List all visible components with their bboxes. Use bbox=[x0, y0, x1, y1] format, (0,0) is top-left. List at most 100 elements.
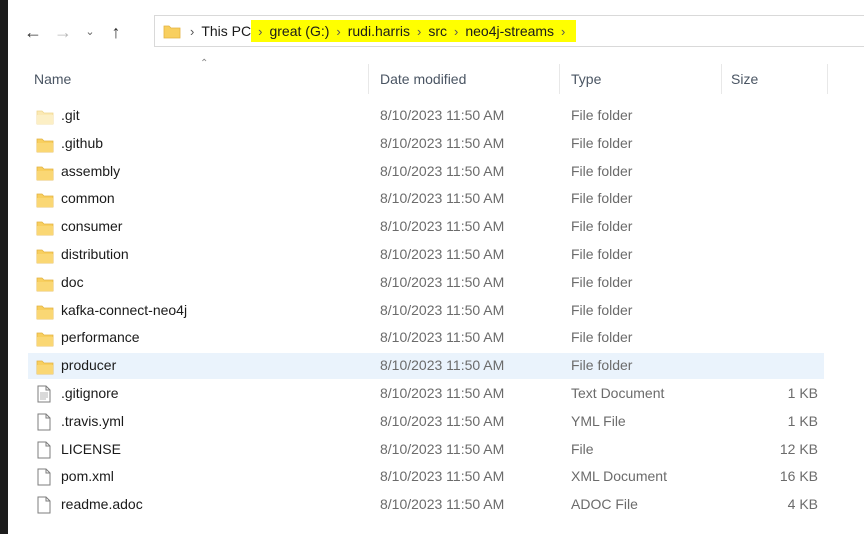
file-type: File folder bbox=[571, 301, 633, 318]
file-date-modified: 8/10/2023 11:50 AM bbox=[380, 357, 505, 374]
file-row[interactable]: assembly 8/10/2023 11:50 AM File folder bbox=[8, 158, 864, 186]
chevron-right-icon[interactable]: › bbox=[554, 24, 572, 39]
file-date-modified: 8/10/2023 11:50 AM bbox=[380, 162, 505, 179]
chevron-right-icon[interactable]: › bbox=[251, 24, 269, 39]
file-type: File bbox=[571, 440, 594, 457]
chevron-right-icon[interactable]: › bbox=[447, 24, 465, 39]
file-name: producer bbox=[61, 357, 117, 374]
file-size: 1 KB bbox=[787, 384, 818, 401]
file-date-modified: 8/10/2023 11:50 AM bbox=[380, 440, 505, 457]
column-header-size[interactable]: Size bbox=[731, 68, 758, 90]
breadcrumb-item[interactable]: This PC bbox=[201, 23, 251, 39]
file-type: File folder bbox=[571, 273, 633, 290]
file-name: .git bbox=[61, 107, 80, 123]
file-name: .travis.yml bbox=[61, 412, 124, 429]
file-type: XML Document bbox=[571, 468, 667, 485]
file-name: common bbox=[61, 190, 115, 207]
file-row[interactable]: producer 8/10/2023 11:50 AM File folder bbox=[8, 352, 864, 380]
file-row[interactable]: pom.xml 8/10/2023 11:50 AM XML Document 16 … bbox=[8, 463, 864, 491]
chevron-down-icon[interactable]: ⌄ bbox=[80, 20, 100, 44]
window-edge bbox=[0, 0, 8, 534]
file-name: performance bbox=[61, 329, 140, 346]
file-size: 12 KB bbox=[779, 440, 818, 457]
column-divider[interactable] bbox=[368, 64, 369, 94]
file-type: File folder bbox=[571, 357, 633, 374]
column-header-date-modified[interactable]: Date modified bbox=[380, 68, 466, 90]
text-document-icon bbox=[36, 385, 54, 403]
navigation-bar: ← → ⌄ ↑ › This PC › great (G:) › rudi.harris ›… bbox=[8, 14, 864, 50]
file-name: .gitignore bbox=[61, 384, 119, 401]
file-row[interactable]: .github 8/10/2023 11:50 AM File folder bbox=[8, 130, 864, 158]
file-row[interactable]: distribution 8/10/2023 11:50 AM File folde… bbox=[8, 241, 864, 269]
file-list: .git 8/10/2023 11:50 AM File folder .github… bbox=[8, 102, 864, 519]
file-row[interactable]: readme.adoc 8/10/2023 11:50 AM ADOC File 4 … bbox=[8, 491, 864, 519]
column-header-row: ⌃ Name Date modified Type Size bbox=[8, 58, 864, 94]
sort-up-icon: ⌃ bbox=[200, 58, 209, 69]
file-date-modified: 8/10/2023 11:50 AM bbox=[380, 468, 505, 485]
breadcrumb-item[interactable]: neo4j-streams bbox=[465, 23, 554, 39]
file-row[interactable]: common 8/10/2023 11:50 AM File folder bbox=[8, 185, 864, 213]
folder-icon bbox=[36, 302, 54, 320]
chevron-right-icon[interactable]: › bbox=[410, 24, 428, 39]
folder-icon bbox=[36, 357, 54, 375]
file-icon bbox=[36, 468, 54, 486]
file-icon bbox=[36, 413, 54, 431]
forward-arrow-icon[interactable]: → bbox=[52, 20, 74, 44]
up-arrow-icon[interactable]: ↑ bbox=[104, 20, 128, 44]
file-name: .github bbox=[61, 134, 104, 151]
file-row[interactable]: .travis.yml 8/10/2023 11:50 AM YML File 1 K… bbox=[8, 408, 864, 436]
breadcrumb-item[interactable]: src bbox=[428, 23, 447, 39]
file-date-modified: 8/10/2023 11:50 AM bbox=[380, 218, 505, 235]
file-row[interactable]: performance 8/10/2023 11:50 AM File folder bbox=[8, 324, 864, 352]
file-row[interactable]: kafka-connect-neo4j 8/10/2023 11:50 AM Fil… bbox=[8, 297, 864, 325]
file-type: File folder bbox=[571, 245, 633, 262]
file-row[interactable]: .git 8/10/2023 11:50 AM File folder bbox=[8, 102, 864, 130]
column-header-type[interactable]: Type bbox=[571, 68, 601, 90]
back-arrow-icon[interactable]: ← bbox=[22, 20, 44, 44]
file-row[interactable]: .gitignore 8/10/2023 11:50 AM Text Documen… bbox=[8, 380, 864, 408]
file-row[interactable]: doc 8/10/2023 11:50 AM File folder bbox=[8, 269, 864, 297]
column-divider[interactable] bbox=[559, 64, 560, 94]
file-date-modified: 8/10/2023 11:50 AM bbox=[380, 301, 505, 318]
column-header-name[interactable]: Name bbox=[34, 68, 71, 90]
address-bar[interactable]: › This PC › great (G:) › rudi.harris › src › neo4… bbox=[154, 15, 864, 47]
chevron-right-icon[interactable]: › bbox=[183, 24, 201, 39]
file-type: YML File bbox=[571, 412, 626, 429]
file-row[interactable]: LICENSE 8/10/2023 11:50 AM File 12 KB bbox=[8, 436, 864, 464]
chevron-right-icon[interactable]: › bbox=[329, 24, 347, 39]
file-date-modified: 8/10/2023 11:50 AM bbox=[380, 245, 505, 262]
breadcrumb: › This PC › great (G:) › rudi.harris › src › neo4… bbox=[183, 16, 577, 46]
file-name: LICENSE bbox=[61, 440, 121, 457]
file-name: kafka-connect-neo4j bbox=[61, 301, 188, 318]
highlighted-path: › great (G:) › rudi.harris › src › neo4j-stream… bbox=[251, 20, 577, 42]
file-name: consumer bbox=[61, 218, 123, 235]
folder-icon bbox=[36, 190, 54, 208]
breadcrumb-item[interactable]: rudi.harris bbox=[348, 23, 410, 39]
folder-icon bbox=[36, 135, 54, 153]
folder-icon bbox=[36, 107, 54, 125]
file-type: Text Document bbox=[571, 384, 665, 401]
file-date-modified: 8/10/2023 11:50 AM bbox=[380, 496, 505, 513]
file-type: File folder bbox=[571, 190, 633, 207]
file-size: 16 KB bbox=[779, 468, 818, 485]
file-date-modified: 8/10/2023 11:50 AM bbox=[380, 412, 505, 429]
folder-icon bbox=[36, 329, 54, 347]
folder-icon bbox=[36, 274, 54, 292]
breadcrumb-item[interactable]: great (G:) bbox=[269, 23, 329, 39]
file-date-modified: 8/10/2023 11:50 AM bbox=[380, 329, 505, 346]
file-name: readme.adoc bbox=[61, 496, 143, 513]
column-divider[interactable] bbox=[721, 64, 722, 94]
file-type: File folder bbox=[571, 107, 633, 123]
file-type: File folder bbox=[571, 218, 633, 235]
file-name: doc bbox=[61, 273, 84, 290]
folder-icon bbox=[163, 25, 181, 39]
file-name: pom.xml bbox=[61, 468, 114, 485]
file-row[interactable]: consumer 8/10/2023 11:50 AM File folder bbox=[8, 213, 864, 241]
file-date-modified: 8/10/2023 11:50 AM bbox=[380, 384, 505, 401]
file-icon bbox=[36, 441, 54, 459]
file-explorer-window: ← → ⌄ ↑ › This PC › great (G:) › rudi.harris ›… bbox=[8, 0, 864, 534]
column-divider[interactable] bbox=[827, 64, 828, 94]
file-size: 1 KB bbox=[787, 412, 818, 429]
file-date-modified: 8/10/2023 11:50 AM bbox=[380, 273, 505, 290]
file-type: File folder bbox=[571, 134, 633, 151]
